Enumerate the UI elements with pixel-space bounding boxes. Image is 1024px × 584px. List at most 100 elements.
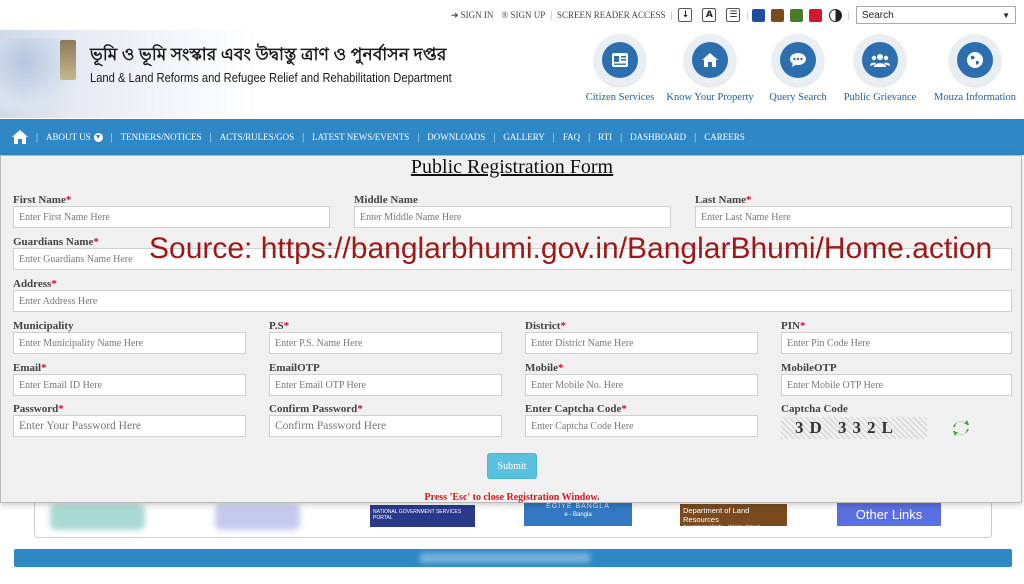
divider: | — [694, 131, 697, 143]
top-utility-bar: ➜ SIGN IN ® SIGN UP | SCREEN READER ACCE… — [0, 0, 1024, 30]
municipality-field[interactable] — [13, 332, 246, 354]
divider: | — [588, 131, 591, 143]
captcha-input-label: Enter Captcha Code* — [525, 403, 627, 415]
divider: | — [620, 131, 623, 143]
submit-button[interactable]: Submit — [487, 453, 537, 479]
label-text: First Name — [13, 194, 66, 206]
chat-icon — [790, 53, 806, 67]
confirm-password-label: Confirm Password* — [269, 403, 363, 415]
email-otp-field[interactable] — [269, 374, 502, 396]
service-label: Know Your Property — [666, 92, 754, 103]
chevron-down-icon: ▼ — [1002, 10, 1010, 20]
nav-item-tenders-notices[interactable]: TENDERS/NOTICES — [121, 132, 202, 142]
font-size-icon[interactable]: A — [702, 8, 717, 22]
district-label: District* — [525, 320, 566, 332]
service-query-search[interactable]: Query Search — [753, 34, 843, 103]
ps-label: P.S* — [269, 320, 289, 332]
required-marker: * — [58, 403, 64, 415]
nav-item-acts-rules-gos[interactable]: ACTS/RULES/GOS — [220, 132, 295, 142]
nav-item-about-us[interactable]: ABOUT US ▼ — [46, 132, 103, 143]
confirm-password-field[interactable] — [269, 415, 502, 437]
service-label: Mouza Information — [934, 92, 1016, 103]
service-label: Citizen Services — [585, 92, 655, 103]
home-icon[interactable] — [12, 130, 28, 144]
service-icon-frame — [854, 34, 906, 86]
sign-in-link[interactable]: ➜ SIGN IN — [451, 10, 494, 21]
users-icon — [870, 54, 890, 67]
email-field[interactable] — [13, 374, 246, 396]
label-text: PIN — [781, 320, 800, 332]
registration-modal: Public Registration Form First Name* Mid… — [0, 155, 1022, 503]
mobile-otp-label: MobileOTP — [781, 362, 837, 374]
download-icon[interactable]: ↓ — [678, 8, 693, 22]
required-marker: * — [41, 362, 47, 374]
ngsp-text: NATIONAL GOVERNMENT SERVICES PORTAL — [373, 509, 462, 521]
label-text: Enter Captcha Code — [525, 403, 622, 415]
ngsp-logo-link[interactable]: NATIONAL GOVERNMENT SERVICES PORTAL — [370, 505, 475, 527]
middle-name-field[interactable] — [354, 206, 671, 228]
dolr-subtitle: Government of India - Ministry of Rural … — [683, 524, 761, 535]
esc-close-note: Press 'Esc' to close Registration Window… — [424, 492, 600, 503]
main-nav: | ABOUT US ▼ | TENDERS/NOTICES | ACTS/RUL… — [0, 119, 1024, 155]
pin-field[interactable] — [781, 332, 1012, 354]
label-text: Address — [13, 278, 52, 290]
address-field[interactable] — [13, 290, 1012, 312]
nav-item-rti[interactable]: RTI — [598, 132, 612, 142]
ps-field[interactable] — [269, 332, 502, 354]
divider: | — [550, 10, 553, 20]
theme-blue-button[interactable] — [752, 8, 766, 22]
search-select-value: Search — [862, 9, 894, 21]
address-label: Address* — [13, 278, 57, 290]
other-links-button[interactable]: Other Links — [837, 502, 941, 526]
first-name-field[interactable] — [13, 206, 330, 228]
required-marker: * — [93, 236, 99, 248]
refresh-captcha-icon[interactable] — [951, 418, 971, 438]
password-field[interactable] — [13, 415, 246, 437]
contrast-icon[interactable] — [829, 8, 843, 22]
first-name-label: First Name* — [13, 194, 71, 206]
nav-item-latest-news-events[interactable]: LATEST NEWS/EVENTS — [312, 132, 409, 142]
divider: | — [847, 10, 849, 20]
egiye-bangla-link[interactable]: EGIYE BANGLA e - Bangla — [524, 500, 632, 526]
theme-brown-button[interactable] — [771, 8, 785, 22]
source-watermark: Source: https://banglarbhumi.gov.in/Bang… — [149, 232, 993, 265]
service-citizen-services[interactable]: Citizen Services — [575, 34, 665, 103]
divider: | — [552, 131, 555, 143]
nav-item-careers[interactable]: CAREERS — [704, 132, 745, 142]
theme-red-button[interactable] — [809, 8, 823, 22]
nav-item-downloads[interactable]: DOWNLOADS — [427, 132, 485, 142]
service-public-grievance[interactable]: Public Grievance — [835, 34, 925, 103]
id-card-icon — [612, 53, 628, 67]
last-name-field[interactable] — [695, 206, 1012, 228]
captcha-image: 3D 332L — [781, 417, 927, 439]
divider: | — [302, 131, 305, 143]
password-label: Password* — [13, 403, 64, 415]
district-field[interactable] — [525, 332, 758, 354]
divider: | — [209, 131, 212, 143]
required-marker: * — [621, 403, 627, 415]
service-icon-frame — [594, 34, 646, 86]
captcha-input-field[interactable] — [525, 415, 758, 437]
nav-item-gallery[interactable]: GALLERY — [503, 132, 545, 142]
page: ➜ SIGN IN ® SIGN UP | SCREEN READER ACCE… — [0, 0, 1024, 584]
service-know-your-property[interactable]: Know Your Property — [665, 34, 755, 103]
service-mouza-information[interactable]: Mouza Information — [930, 34, 1020, 103]
sitemap-icon[interactable]: ☰ — [726, 8, 741, 22]
service-label: Public Grievance — [843, 92, 917, 103]
divider: | — [670, 10, 673, 20]
dolr-link[interactable]: Department of Land Resources Government … — [680, 504, 787, 535]
theme-green-button[interactable] — [790, 8, 804, 22]
header: ভূমি ও ভূমি সংস্কার এবং উদ্বাস্তু ত্রাণ … — [0, 30, 1024, 118]
label-text: Last Name — [695, 194, 747, 206]
screen-reader-link[interactable]: SCREEN READER ACCESS — [557, 10, 666, 20]
nav-item-dashboard[interactable]: DASHBOARD — [630, 132, 686, 142]
sign-up-link[interactable]: ® SIGN UP — [501, 10, 545, 20]
label-text: P.S — [269, 320, 284, 332]
guardian-name-label: Guardians Name* — [13, 236, 99, 248]
municipality-label: Municipality — [13, 320, 74, 332]
nav-item-faq[interactable]: FAQ — [563, 132, 580, 142]
service-icon-frame — [772, 34, 824, 86]
mobile-field[interactable] — [525, 374, 758, 396]
search-select[interactable]: Search ▼ — [856, 6, 1016, 24]
mobile-otp-field[interactable] — [781, 374, 1012, 396]
